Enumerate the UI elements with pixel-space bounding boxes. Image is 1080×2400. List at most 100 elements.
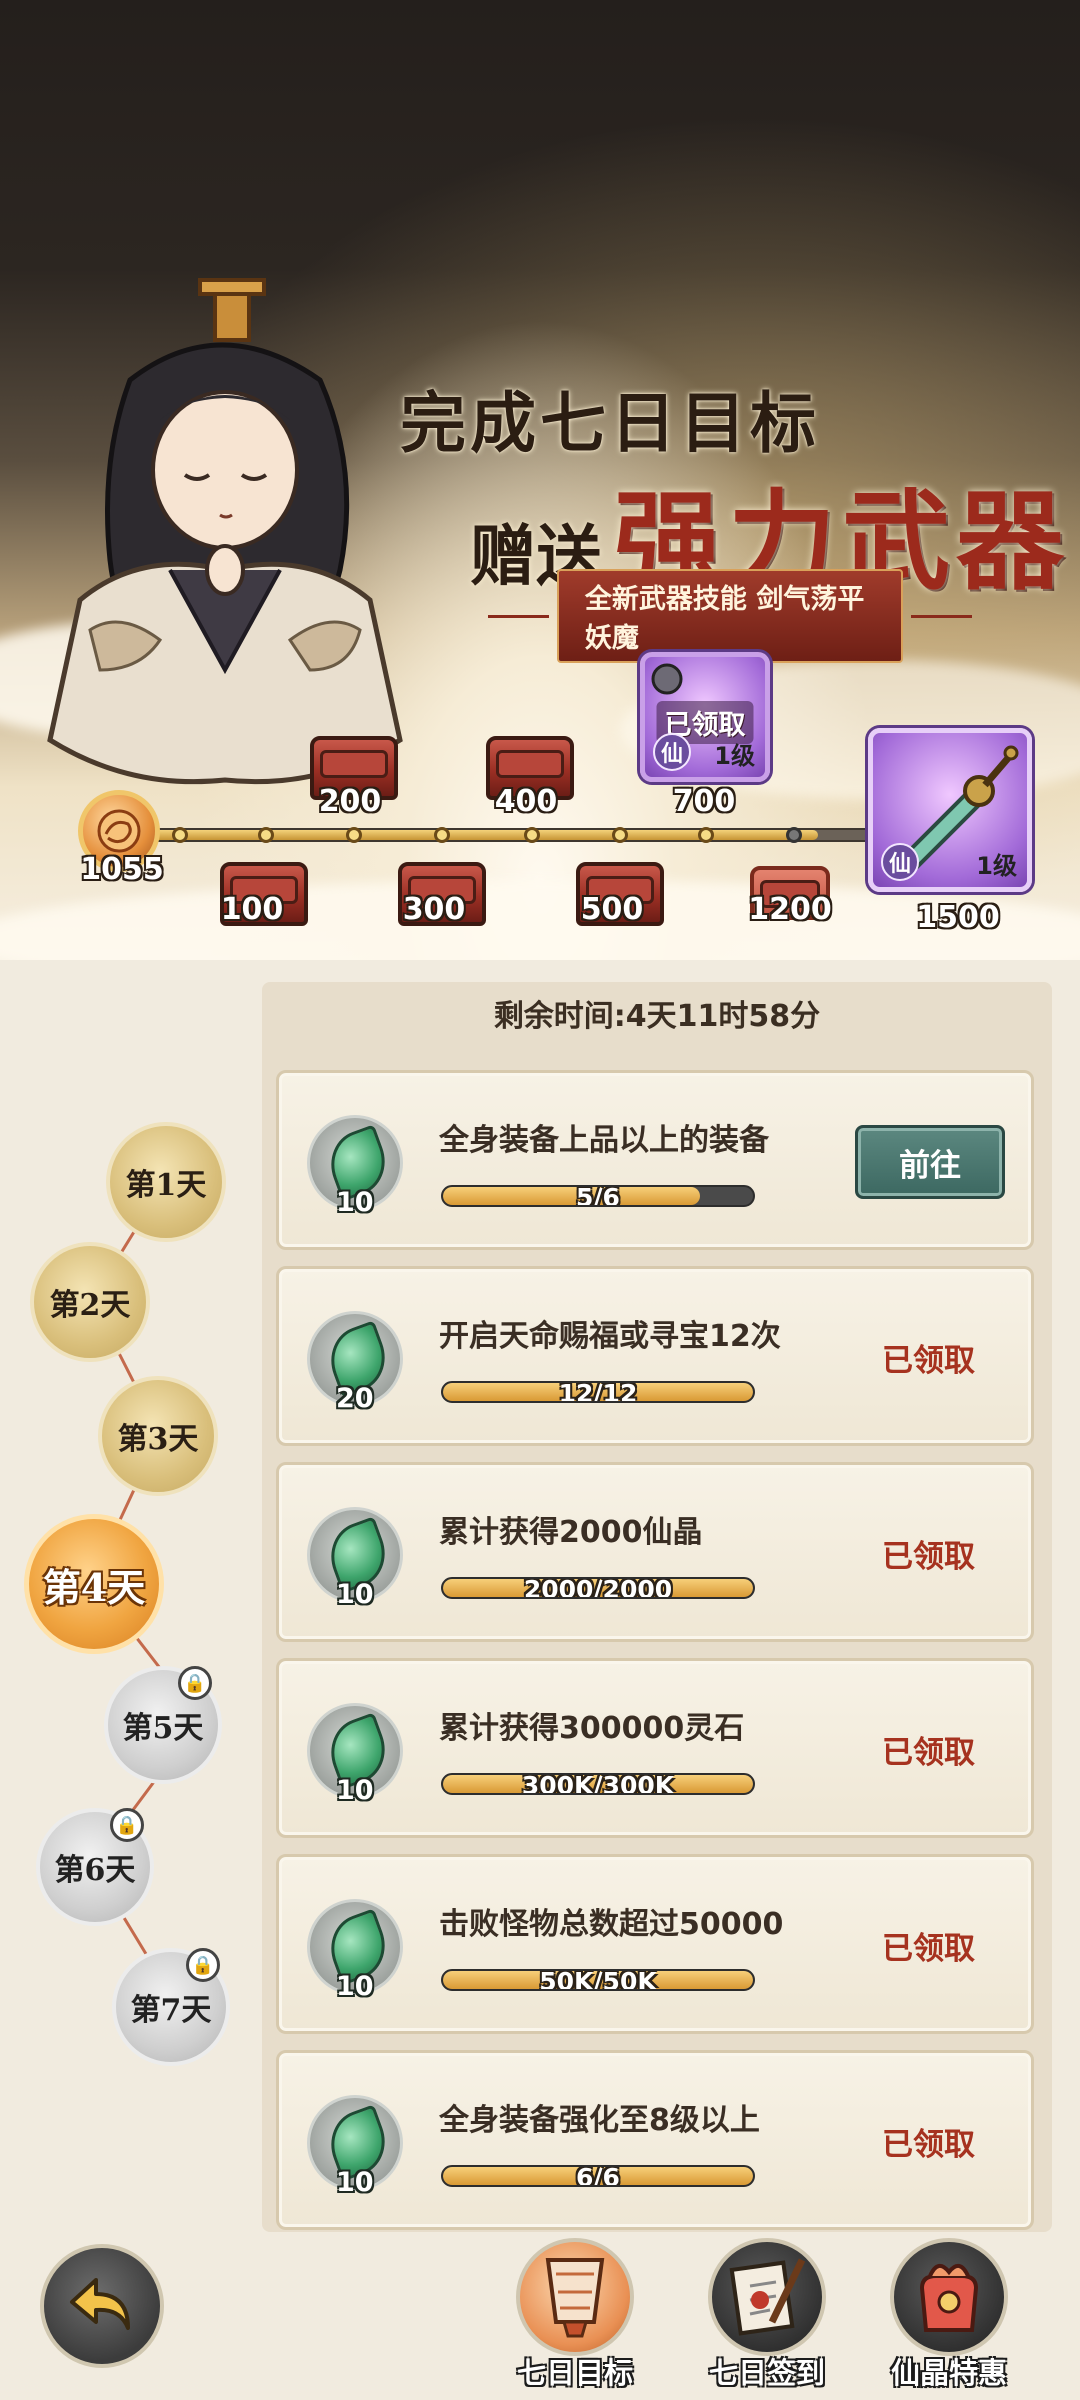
- task-row: 10 全身装备上品以上的装备 5/6 前往: [276, 1070, 1034, 1250]
- task-progress-bar: 12/12: [441, 1381, 755, 1403]
- task-progress-text: 6/6: [576, 2165, 620, 2187]
- day-label: 第2天: [49, 1288, 131, 1323]
- day-label: 第1天: [125, 1168, 207, 1203]
- task-progress-text: 5/6: [576, 1185, 620, 1207]
- nav-crystal-deals[interactable]: 仙晶特惠: [884, 2238, 1014, 2390]
- dragon-emblem-icon: [97, 809, 141, 853]
- nav-seven-day-checkin[interactable]: 七日签到: [702, 2238, 832, 2390]
- milestone-dot: [786, 827, 802, 843]
- task-progress-text: 300K/300K: [521, 1773, 675, 1795]
- banner-subtitle: 全新武器技能 剑气荡平妖魔: [556, 569, 904, 663]
- task-title: 累计获得300000灵石: [439, 1711, 745, 1746]
- milestone-label-200: 200: [318, 784, 382, 819]
- milestone-dot: [258, 827, 274, 843]
- day-label: 第5天: [122, 1711, 204, 1746]
- milestone-track-bar: [120, 828, 880, 842]
- lock-icon: 🔒: [186, 1948, 220, 1982]
- task-row: 10 累计获得300000灵石 300K/300K 已领取: [276, 1658, 1034, 1838]
- day-label: 第3天: [117, 1422, 199, 1457]
- milestone-label-300: 300: [402, 892, 466, 927]
- day-label: 第7天: [130, 1993, 212, 2028]
- milestone-dot: [434, 827, 450, 843]
- day-3-button[interactable]: 第3天: [98, 1376, 218, 1496]
- back-arrow-icon: [70, 2278, 130, 2330]
- scroll-brush-icon: [729, 2258, 806, 2336]
- day-1-button[interactable]: 第1天: [106, 1122, 226, 1242]
- milestone-label-500: 500: [580, 892, 644, 927]
- lock-icon: 🔒: [178, 1666, 212, 1700]
- milestone-label-1500: 1500: [916, 900, 1000, 935]
- task-title: 开启天命赐福或寻宝12次: [439, 1319, 781, 1354]
- milestone-dot: [698, 827, 714, 843]
- xian-tier-badge: 仙: [653, 733, 691, 771]
- reward-count: 10: [336, 2167, 374, 2198]
- final-weapon-reward[interactable]: 仙 1级: [868, 728, 1032, 892]
- reward-count: 10: [336, 1579, 374, 1610]
- lock-icon: 🔒: [110, 1808, 144, 1842]
- task-progress-text: 12/12: [558, 1381, 638, 1403]
- gift-bag-icon: [919, 2264, 979, 2332]
- jade-leaf-icon: 20: [307, 1311, 403, 1414]
- nav-label: 七日签到: [708, 2356, 826, 2390]
- day-2-button[interactable]: 第2天: [30, 1242, 150, 1362]
- jade-leaf-icon: 10: [307, 1115, 403, 1218]
- reward-count: 10: [336, 1775, 374, 1806]
- hero-banner: 完成七日目标 赠送 强力武器 全新武器技能 剑气荡平妖魔 1055 200 40…: [0, 0, 1080, 960]
- banner-title: 完成七日目标: [400, 384, 820, 462]
- banner-subtitle-ribbon: 全新武器技能 剑气荡平妖魔: [480, 569, 980, 663]
- reward-level: 1级: [976, 852, 1017, 880]
- remaining-time: 剩余时间:4天11时58分: [493, 999, 821, 1034]
- day-label: 第6天: [54, 1853, 136, 1888]
- milestone-dot: [346, 827, 362, 843]
- reward-count: 10: [336, 1971, 374, 2002]
- claimed-status: 已领取: [882, 1539, 975, 1575]
- milestone-dot: [172, 827, 188, 843]
- task-progress-bar: 2000/2000: [441, 1577, 755, 1599]
- milestone-label-1200: 1200: [748, 892, 832, 927]
- task-title: 击败怪物总数超过50000: [439, 1907, 784, 1942]
- token-icon: [651, 663, 683, 695]
- day-6-button[interactable]: 第6天 🔒: [36, 1808, 154, 1926]
- day-4-button[interactable]: 第4天: [24, 1514, 164, 1654]
- current-score: 1055: [80, 852, 164, 887]
- lantern-icon: [545, 2258, 605, 2338]
- milestone-label-100: 100: [220, 892, 284, 927]
- claimed-status: 已领取: [882, 2127, 975, 2163]
- nav-label: 仙晶特惠: [890, 2356, 1008, 2390]
- task-progress-text: 2000/2000: [523, 1577, 673, 1599]
- task-row: 10 击败怪物总数超过50000 50K/50K 已领取: [276, 1854, 1034, 2034]
- character-illustration: [47, 278, 403, 785]
- bottom-bar: 七日目标 七日签到 仙晶特惠: [0, 2232, 1080, 2400]
- nav-label: 七日目标: [516, 2356, 634, 2390]
- milestone-label-400: 400: [494, 784, 558, 819]
- jade-leaf-icon: 10: [307, 1507, 403, 1610]
- claimed-status: 已领取: [882, 1343, 975, 1379]
- day-5-button[interactable]: 第5天 🔒: [104, 1666, 222, 1784]
- claimed-status: 已领取: [882, 1735, 975, 1771]
- jade-leaf-icon: 10: [307, 2095, 403, 2198]
- day-label: 第4天: [42, 1564, 146, 1610]
- reward-card-700[interactable]: 已领取 仙 1级: [640, 652, 770, 782]
- task-progress-bar: 50K/50K: [441, 1969, 755, 1991]
- day-7-button[interactable]: 第7天 🔒: [112, 1948, 230, 2066]
- task-row: 10 累计获得2000仙晶 2000/2000 已领取: [276, 1462, 1034, 1642]
- milestone-label-700: 700: [672, 784, 736, 819]
- claimed-status: 已领取: [882, 1931, 975, 1967]
- task-progress-bar: 6/6: [441, 2165, 755, 2187]
- task-panel: 剩余时间:4天11时58分 10 全身装备上品以上的装备 5/6 前往 20 开…: [262, 982, 1052, 2232]
- jade-leaf-icon: 10: [307, 1703, 403, 1806]
- ribbon-line: [488, 614, 549, 618]
- milestone-track: [80, 820, 900, 850]
- task-progress-text: 50K/50K: [539, 1969, 657, 1991]
- go-button[interactable]: 前往: [855, 1125, 1005, 1199]
- task-title: 全身装备强化至8级以上: [439, 2103, 760, 2138]
- nav-seven-day-goals[interactable]: 七日目标: [510, 2238, 640, 2390]
- reward-level: 1级: [714, 742, 755, 770]
- task-progress-bar: 300K/300K: [441, 1773, 755, 1795]
- back-button[interactable]: [40, 2244, 164, 2368]
- task-title: 累计获得2000仙晶: [439, 1515, 703, 1550]
- jade-leaf-icon: 10: [307, 1899, 403, 2002]
- reward-count: 20: [336, 1383, 374, 1414]
- task-title: 全身装备上品以上的装备: [439, 1123, 769, 1158]
- xian-tier-badge: 仙: [881, 843, 919, 881]
